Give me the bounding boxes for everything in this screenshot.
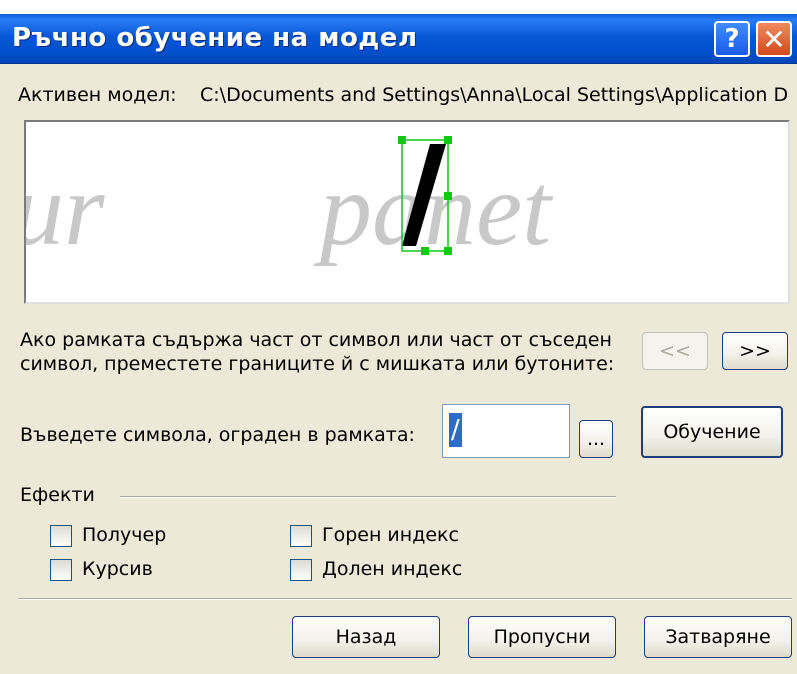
prev-button[interactable]: << [642,332,708,370]
bold-label[interactable]: Получер [82,524,166,546]
active-model-label: Активен модел: [18,84,177,106]
help-button[interactable]: ? [714,21,750,57]
frame-handle [421,247,429,255]
bottom-divider [18,598,792,600]
train-button[interactable]: Обучение [641,406,783,458]
char-input-label: Въведете символа, ограден в рамката: [20,424,415,446]
next-button[interactable]: >> [722,332,788,370]
char-input-value: / [449,413,462,447]
browse-button[interactable]: ... [579,420,613,458]
title-bar[interactable]: Ръчно обучение на модел ? ✕ [0,14,797,64]
preview-text-left: ur [26,152,105,267]
superscript-label[interactable]: Горен индекс [322,524,459,546]
subscript-checkbox[interactable] [290,559,312,581]
frame-handle [444,136,452,144]
back-button[interactable]: Назад [292,616,440,658]
dialog-body: Активен модел: C:\Documents and Settings… [0,64,797,674]
skip-button[interactable]: Пропусни [468,616,616,658]
superscript-checkbox[interactable] [290,525,312,547]
italic-label[interactable]: Курсив [82,558,153,580]
effects-label: Ефекти [20,484,95,506]
window-title: Ръчно обучение на модел [12,23,418,53]
effects-divider [120,496,616,498]
italic-checkbox[interactable] [50,559,72,581]
bold-checkbox[interactable] [50,525,72,547]
frame-handle [398,136,406,144]
subscript-label[interactable]: Долен индекс [322,558,462,580]
active-model-path: C:\Documents and Settings\Anna\Local Set… [200,84,789,106]
close-button[interactable]: ✕ [756,21,792,57]
image-preview[interactable]: ur panet [24,120,790,304]
frame-handle [444,192,452,200]
char-input[interactable]: / [442,404,570,458]
frame-handle [444,247,452,255]
hint-text: Ако рамката съдържа част от символ или ч… [20,329,615,375]
close-dialog-button[interactable]: Затваряне [644,616,792,658]
top-strip [0,0,797,14]
